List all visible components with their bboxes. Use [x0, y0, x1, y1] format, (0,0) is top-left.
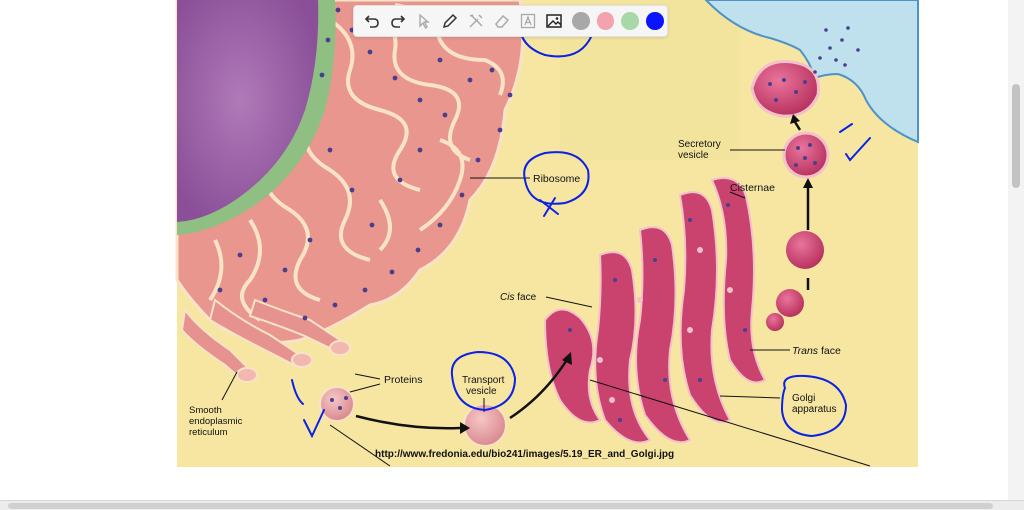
image-button[interactable]	[542, 9, 566, 33]
label-golgi-apparatus-line2: apparatus	[792, 404, 836, 415]
text-button[interactable]	[516, 9, 540, 33]
pointer-button[interactable]	[412, 9, 436, 33]
color-swatch-pink[interactable]	[596, 12, 615, 30]
tools-button[interactable]	[464, 9, 488, 33]
eraser-button[interactable]	[490, 9, 514, 33]
label-smooth-er-line3: reticulum	[189, 427, 228, 438]
label-secretory-vesicle-line1: Secretory	[678, 139, 721, 150]
horizontal-scrollbar[interactable]	[0, 500, 1024, 510]
whiteboard-canvas[interactable]: Ribosome Cisternae Secretory vesicle Cis…	[0, 0, 1024, 510]
label-proteins: Proteins	[384, 374, 423, 386]
label-smooth-er-line2: endoplasmic	[189, 416, 243, 427]
color-swatch-green[interactable]	[621, 12, 639, 30]
label-trans-face: Trans face	[792, 345, 841, 357]
color-swatch-blue[interactable]	[645, 12, 664, 30]
redo-icon	[391, 15, 405, 28]
label-ribosome: Ribosome	[533, 173, 580, 185]
image-icon	[546, 14, 562, 28]
annotation-toolbar	[353, 5, 668, 37]
redo-button[interactable]	[386, 9, 410, 33]
color-swatch-gray[interactable]	[571, 12, 590, 30]
label-transport-vesicle-line2: vesicle	[466, 386, 497, 397]
text-icon	[520, 13, 536, 29]
label-transport-vesicle-line1: Transport	[462, 375, 505, 386]
undo-button[interactable]	[360, 9, 384, 33]
eraser-icon	[495, 14, 510, 28]
label-cisternae: Cisternae	[730, 182, 775, 194]
label-cis-face: Cis face	[500, 292, 537, 303]
label-golgi-apparatus-line1: Golgi	[792, 393, 815, 404]
label-secretory-vesicle-line2: vesicle	[678, 150, 709, 161]
vertical-scroll-thumb[interactable]	[1012, 84, 1020, 188]
pen-button[interactable]	[438, 9, 462, 33]
tools-icon	[469, 14, 483, 28]
horizontal-scroll-thumb[interactable]	[8, 503, 993, 509]
pointer-icon	[419, 13, 430, 30]
pen-icon	[442, 13, 457, 29]
figure-source-url: http://www.fredonia.edu/bio241/images/5.…	[375, 449, 674, 460]
undo-icon	[364, 15, 379, 28]
label-smooth-er-line1: Smooth	[189, 405, 222, 416]
vertical-scrollbar[interactable]	[1008, 0, 1024, 500]
